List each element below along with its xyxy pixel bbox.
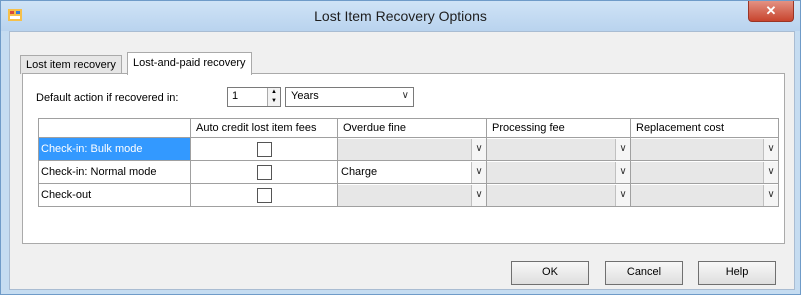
table-row: Check-in: Bulk mode ∨ ∨ ∨ [38,137,779,161]
spin-up-icon[interactable]: ▲ [268,88,280,97]
row-label-check-out[interactable]: Check-out [38,183,191,207]
column-header-auto-credit[interactable]: Auto credit lost item fees [190,118,338,138]
chevron-down-icon[interactable]: ∨ [763,184,778,206]
dialog-client-area: Lost item recovery Lost-and-paid recover… [9,31,795,290]
auto-credit-checkbox[interactable] [256,164,272,180]
table-row: Check-out ∨ ∨ ∨ [38,183,779,207]
close-button[interactable]: ✕ [748,1,794,22]
processing-fee-cell: ∨ [486,137,631,161]
replacement-cost-select[interactable]: ∨ [631,138,778,160]
chevron-down-icon[interactable]: ∨ [615,184,630,206]
row-label-bulk-mode[interactable]: Check-in: Bulk mode [38,137,191,161]
grid-header-row: Auto credit lost item fees Overdue fine … [38,118,779,138]
recovery-period-stepper[interactable]: 1 ▲ ▼ [227,87,281,107]
chevron-down-icon[interactable]: ∨ [615,138,630,160]
spin-down-icon[interactable]: ▼ [268,97,280,106]
processing-fee-select[interactable]: ∨ [487,138,630,160]
overdue-fine-cell: Charge ∨ [337,160,487,184]
overdue-fine-cell: ∨ [337,137,487,161]
recovery-unit-value: Years [291,90,319,102]
processing-fee-select[interactable]: ∨ [487,161,630,183]
chevron-down-icon[interactable]: ∨ [471,138,486,160]
tab-lost-and-paid-recovery[interactable]: Lost-and-paid recovery [127,52,252,75]
replacement-cost-cell: ∨ [630,183,779,207]
chevron-down-icon[interactable]: ∨ [763,161,778,183]
chevron-down-icon: ∨ [401,90,409,101]
cancel-button[interactable]: Cancel [605,261,683,285]
tab-lost-item-recovery[interactable]: Lost item recovery [20,55,122,74]
column-header-processing-fee[interactable]: Processing fee [486,118,631,138]
chevron-down-icon[interactable]: ∨ [471,161,486,183]
grid-header-corner [38,118,191,138]
processing-fee-cell: ∨ [486,183,631,207]
column-header-replacement-cost[interactable]: Replacement cost [630,118,779,138]
chevron-down-icon[interactable]: ∨ [471,184,486,206]
default-action-label: Default action if recovered in: [36,92,179,104]
overdue-fine-select[interactable]: ∨ [338,184,486,206]
auto-credit-cell [190,160,338,184]
replacement-cost-cell: ∨ [630,137,779,161]
overdue-fine-value: Charge [341,165,378,178]
replacement-cost-select[interactable]: ∨ [631,184,778,206]
processing-fee-select[interactable]: ∨ [487,184,630,206]
recovery-options-grid: Auto credit lost item fees Overdue fine … [38,118,779,207]
chevron-down-icon[interactable]: ∨ [615,161,630,183]
help-button[interactable]: Help [698,261,776,285]
table-row: Check-in: Normal mode Charge ∨ ∨ ∨ [38,160,779,184]
ok-button[interactable]: OK [511,261,589,285]
replacement-cost-cell: ∨ [630,160,779,184]
chevron-down-icon[interactable]: ∨ [763,138,778,160]
column-header-overdue-fine[interactable]: Overdue fine [337,118,487,138]
dialog-window: Lost Item Recovery Options ✕ Lost item r… [0,0,801,295]
overdue-fine-cell: ∨ [337,183,487,207]
auto-credit-checkbox[interactable] [256,187,272,203]
processing-fee-cell: ∨ [486,160,631,184]
auto-credit-cell [190,137,338,161]
title-bar[interactable]: Lost Item Recovery Options ✕ [1,1,800,31]
window-title: Lost Item Recovery Options [314,8,487,24]
replacement-cost-select[interactable]: ∨ [631,161,778,183]
auto-credit-cell [190,183,338,207]
row-label-normal-mode[interactable]: Check-in: Normal mode [38,160,191,184]
recovery-unit-select[interactable]: Years ∨ [285,87,414,107]
auto-credit-checkbox[interactable] [256,141,272,157]
overdue-fine-select[interactable]: Charge ∨ [338,161,486,183]
overdue-fine-select[interactable]: ∨ [338,138,486,160]
recovery-period-value: 1 [232,90,239,102]
spin-buttons[interactable]: ▲ ▼ [267,88,280,106]
